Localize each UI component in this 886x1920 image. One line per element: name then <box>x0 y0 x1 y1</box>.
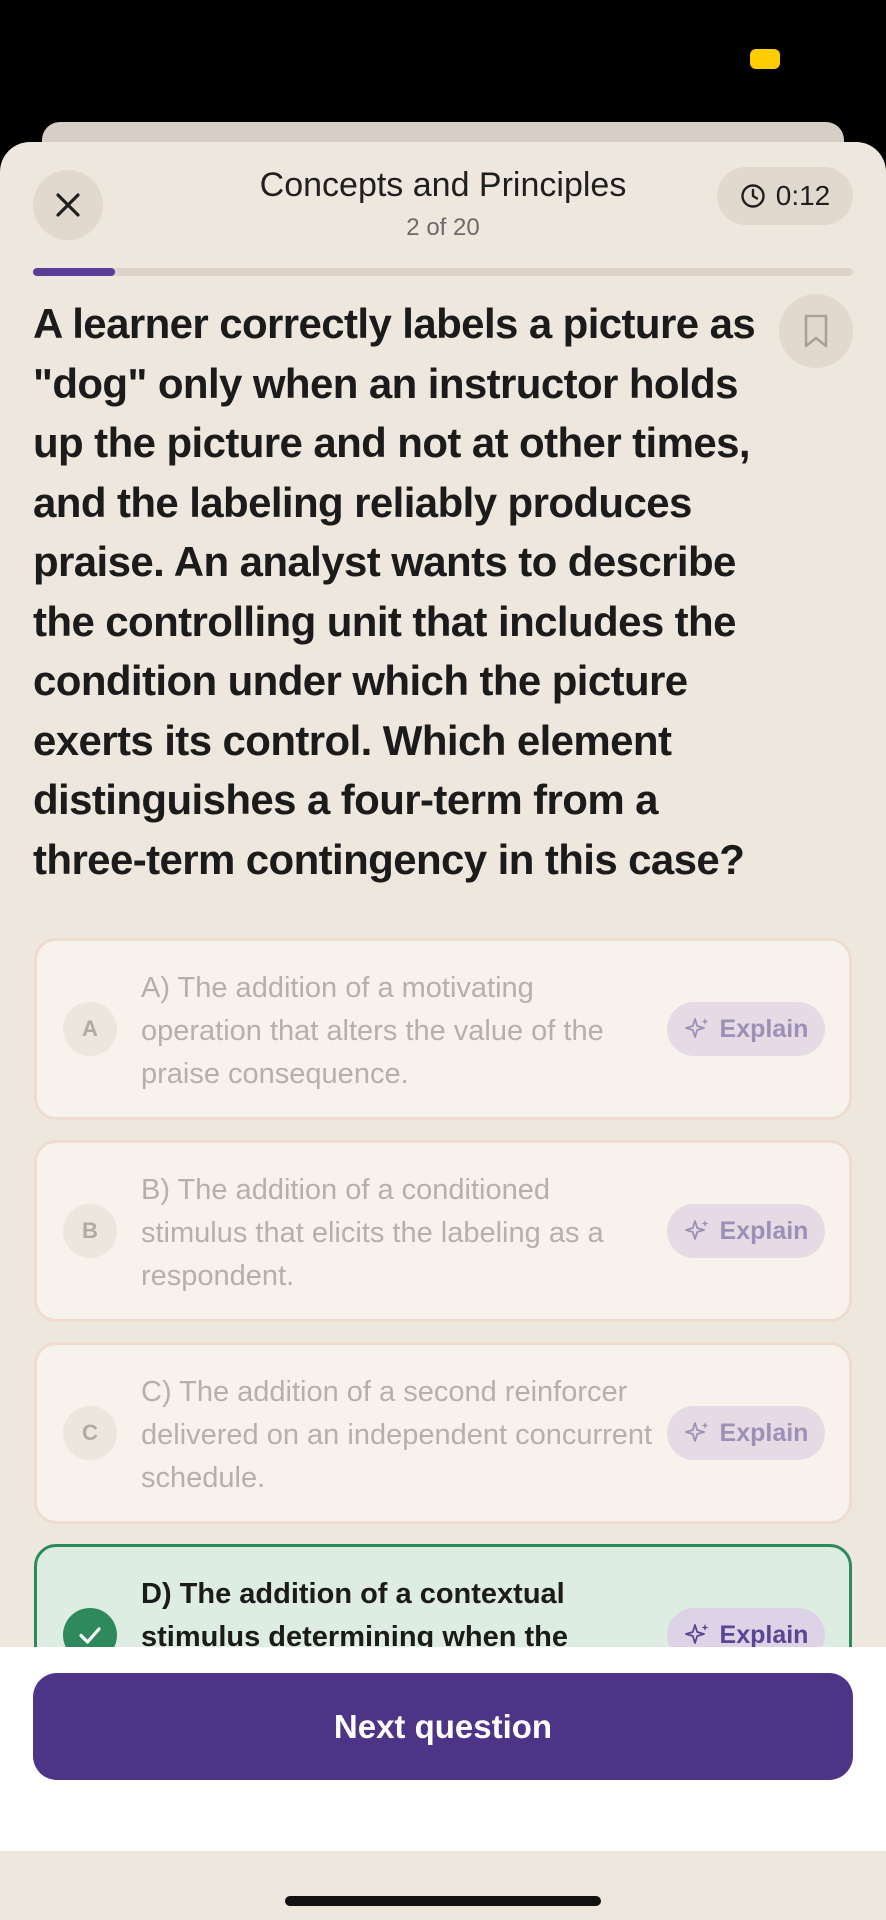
answer-option-b[interactable]: B B) The addition of a conditioned stimu… <box>34 1140 852 1322</box>
answer-option-c[interactable]: C C) The addition of a second reinforcer… <box>34 1342 852 1524</box>
option-text: A) The addition of a motivating operatio… <box>141 972 604 1090</box>
explain-label: Explain <box>719 1014 809 1043</box>
status-indicator <box>750 49 780 69</box>
bookmark-button[interactable] <box>779 294 853 368</box>
explain-label: Explain <box>719 1620 809 1649</box>
next-question-button[interactable]: Next question <box>33 1673 853 1780</box>
sparkle-icon <box>684 1624 709 1644</box>
home-indicator[interactable] <box>285 1896 601 1906</box>
answer-option-a[interactable]: A A) The addition of a motivating operat… <box>34 938 852 1120</box>
status-bar <box>0 0 886 140</box>
question-text: A learner correctly labels a picture as … <box>33 300 756 883</box>
explain-label: Explain <box>719 1216 809 1245</box>
clock-icon <box>741 184 765 208</box>
check-icon <box>79 1627 101 1644</box>
sparkle-icon <box>684 1422 709 1442</box>
explain-button[interactable]: Explain <box>667 1002 825 1056</box>
option-letter: C <box>63 1406 117 1460</box>
sparkle-icon <box>684 1018 709 1038</box>
option-text: B) The addition of a conditioned stimulu… <box>141 1174 604 1292</box>
timer-badge: 0:12 <box>717 167 853 225</box>
explain-button[interactable]: Explain <box>667 1406 825 1460</box>
option-letter: A <box>63 1002 117 1056</box>
option-text: C) The addition of a second reinforcer d… <box>141 1376 653 1494</box>
home-area <box>0 1851 886 1920</box>
timer-value: 0:12 <box>775 180 831 211</box>
option-letter: B <box>63 1204 117 1258</box>
progress-fill <box>33 268 115 276</box>
bookmark-icon <box>804 314 828 348</box>
sparkle-icon <box>684 1220 709 1240</box>
footer-bar: Next question <box>0 1647 886 1851</box>
explain-label: Explain <box>719 1418 809 1447</box>
progress-bar <box>33 268 853 276</box>
explain-button[interactable]: Explain <box>667 1204 825 1258</box>
